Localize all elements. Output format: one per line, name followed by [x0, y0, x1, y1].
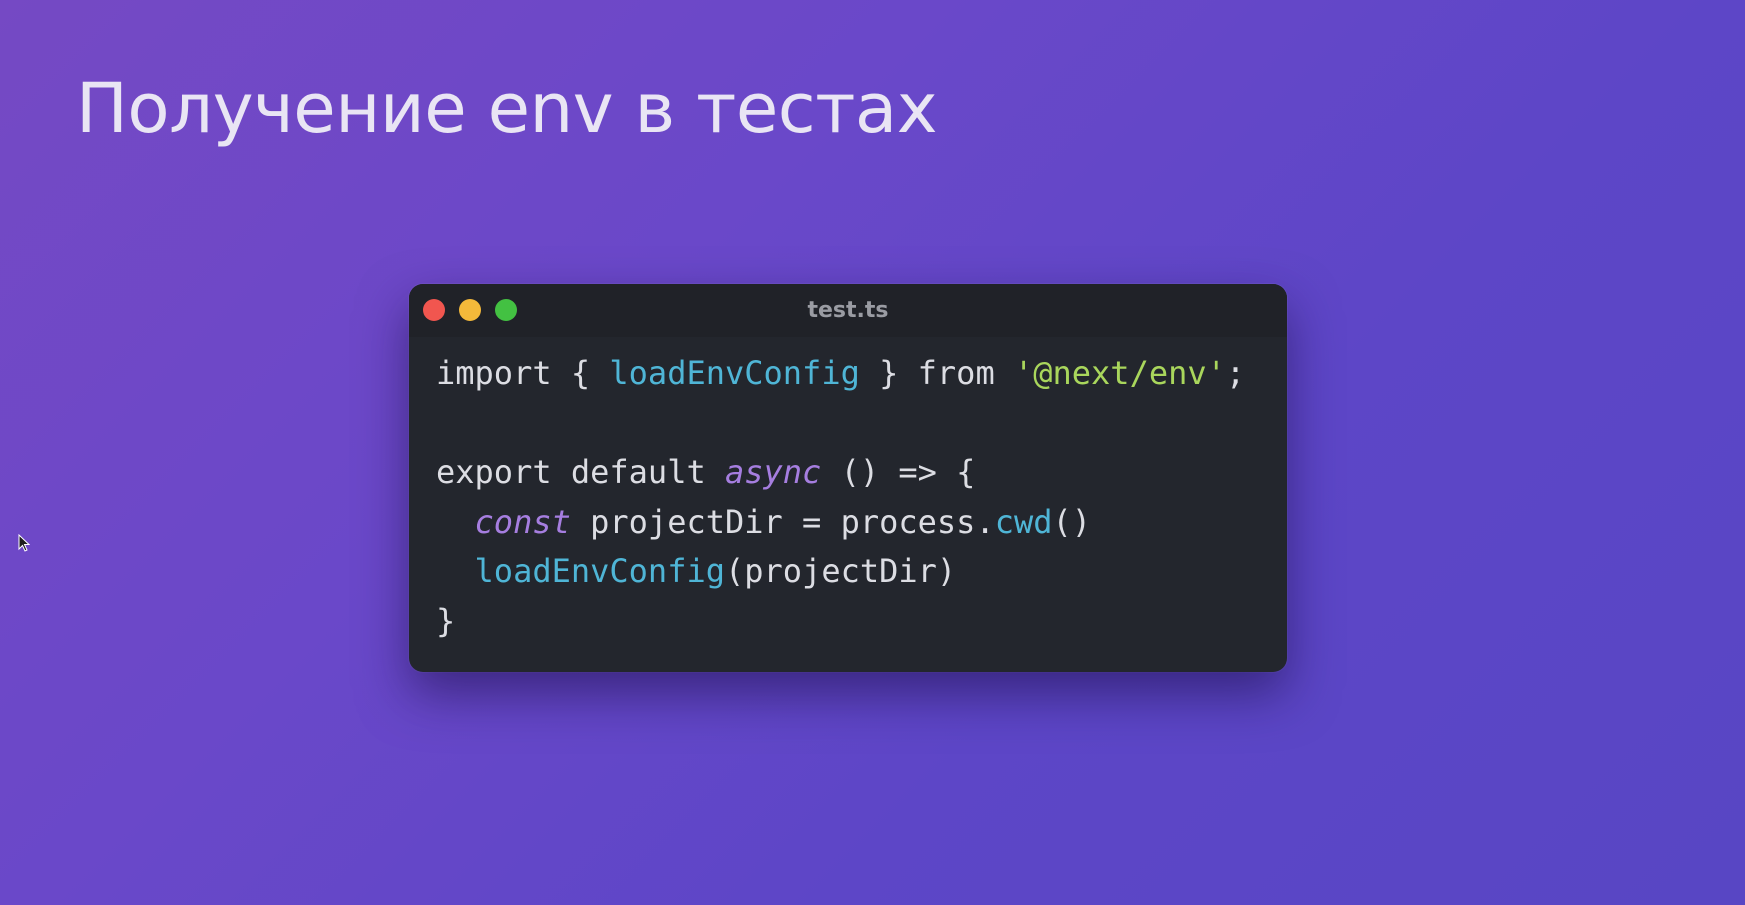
code-line: import { loadEnvConfig } from '@next/env… — [436, 349, 1287, 399]
code-line: const projectDir = process.cwd() — [436, 498, 1287, 548]
code-token: ; — [1225, 354, 1246, 392]
code-token: () — [1052, 502, 1092, 541]
code-token: cwd — [994, 502, 1053, 541]
code-token: loadEnvConfig — [474, 552, 725, 590]
code-token: async — [724, 453, 822, 491]
code-token: } — [436, 601, 456, 640]
window-titlebar: test.ts — [409, 284, 1287, 337]
code-token: projectDir = process. — [570, 502, 995, 541]
code-line: loadEnvConfig(projectDir) — [436, 547, 1287, 597]
code-token: } from — [859, 354, 1014, 392]
code-token: const — [474, 502, 571, 541]
code-token: export default — [436, 453, 725, 491]
code-line: export default async () => { — [436, 448, 1287, 498]
code-token: '@next/env' — [1013, 354, 1226, 392]
slide-title: Получение env в тестах — [76, 69, 938, 149]
code-token: import { — [436, 354, 610, 392]
code-line: } — [436, 597, 1287, 647]
window-title: test.ts — [807, 298, 889, 323]
code-token: (projectDir) — [724, 552, 957, 590]
mouse-pointer-icon — [18, 534, 30, 552]
code-token: loadEnvConfig — [609, 354, 860, 392]
code-window: test.ts import { loadEnvConfig } from '@… — [409, 284, 1287, 672]
code-block: import { loadEnvConfig } from '@next/env… — [409, 337, 1287, 646]
code-token: () => { — [821, 453, 976, 491]
